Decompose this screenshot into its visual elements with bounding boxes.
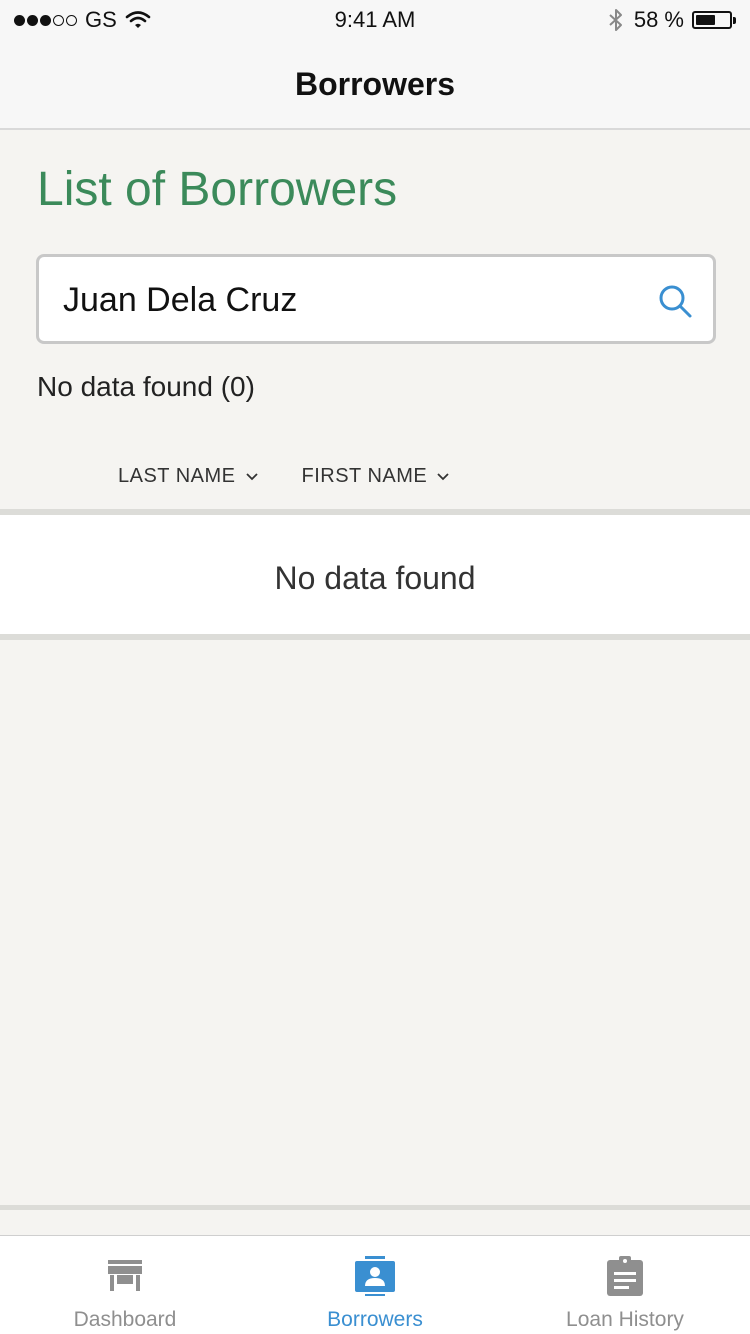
- navigation-bar: Borrowers: [0, 40, 750, 130]
- contact-book-icon: [355, 1256, 395, 1296]
- status-bar: GS 9:41 AM 58 %: [0, 0, 750, 40]
- column-label: LAST NAME: [118, 465, 236, 487]
- battery-icon: [692, 11, 732, 29]
- tab-label: Loan History: [566, 1308, 684, 1331]
- sort-first-name[interactable]: FIRST NAME: [302, 465, 450, 488]
- page-title: List of Borrowers: [37, 163, 398, 216]
- tab-dashboard[interactable]: Dashboard: [0, 1236, 250, 1334]
- empty-state-message: No data found: [274, 560, 476, 596]
- tab-borrowers[interactable]: Borrowers: [250, 1236, 500, 1334]
- status-right: 58 %: [608, 7, 736, 33]
- battery-tip: [733, 16, 736, 24]
- search-icon[interactable]: [657, 283, 693, 319]
- chevron-down-icon: [437, 472, 449, 480]
- nav-title: Borrowers: [294, 65, 456, 102]
- clipboard-icon: [607, 1256, 643, 1296]
- tab-label: Borrowers: [327, 1308, 423, 1331]
- bluetooth-icon: [609, 9, 622, 31]
- column-label: FIRST NAME: [301, 465, 428, 487]
- tab-label: Dashboard: [73, 1308, 177, 1331]
- tab-bar: Dashboard Borrowers Loan History: [0, 1235, 750, 1334]
- tab-loan-history[interactable]: Loan History: [500, 1236, 750, 1334]
- borrowers-table: No data found: [0, 509, 750, 640]
- battery-percent: 58 %: [633, 7, 684, 32]
- store-icon: [108, 1260, 142, 1291]
- battery-level: [696, 15, 715, 25]
- search-input[interactable]: [61, 257, 645, 343]
- divider: [0, 1205, 750, 1210]
- sort-last-name[interactable]: LAST NAME: [118, 465, 258, 488]
- search-box[interactable]: [36, 254, 716, 344]
- column-headers: LAST NAME FIRST NAME: [118, 465, 449, 488]
- result-count: No data found (0): [37, 371, 255, 402]
- screen: GS 9:41 AM 58 % Borrowers List of Borrow…: [0, 0, 750, 1334]
- chevron-down-icon: [245, 472, 258, 480]
